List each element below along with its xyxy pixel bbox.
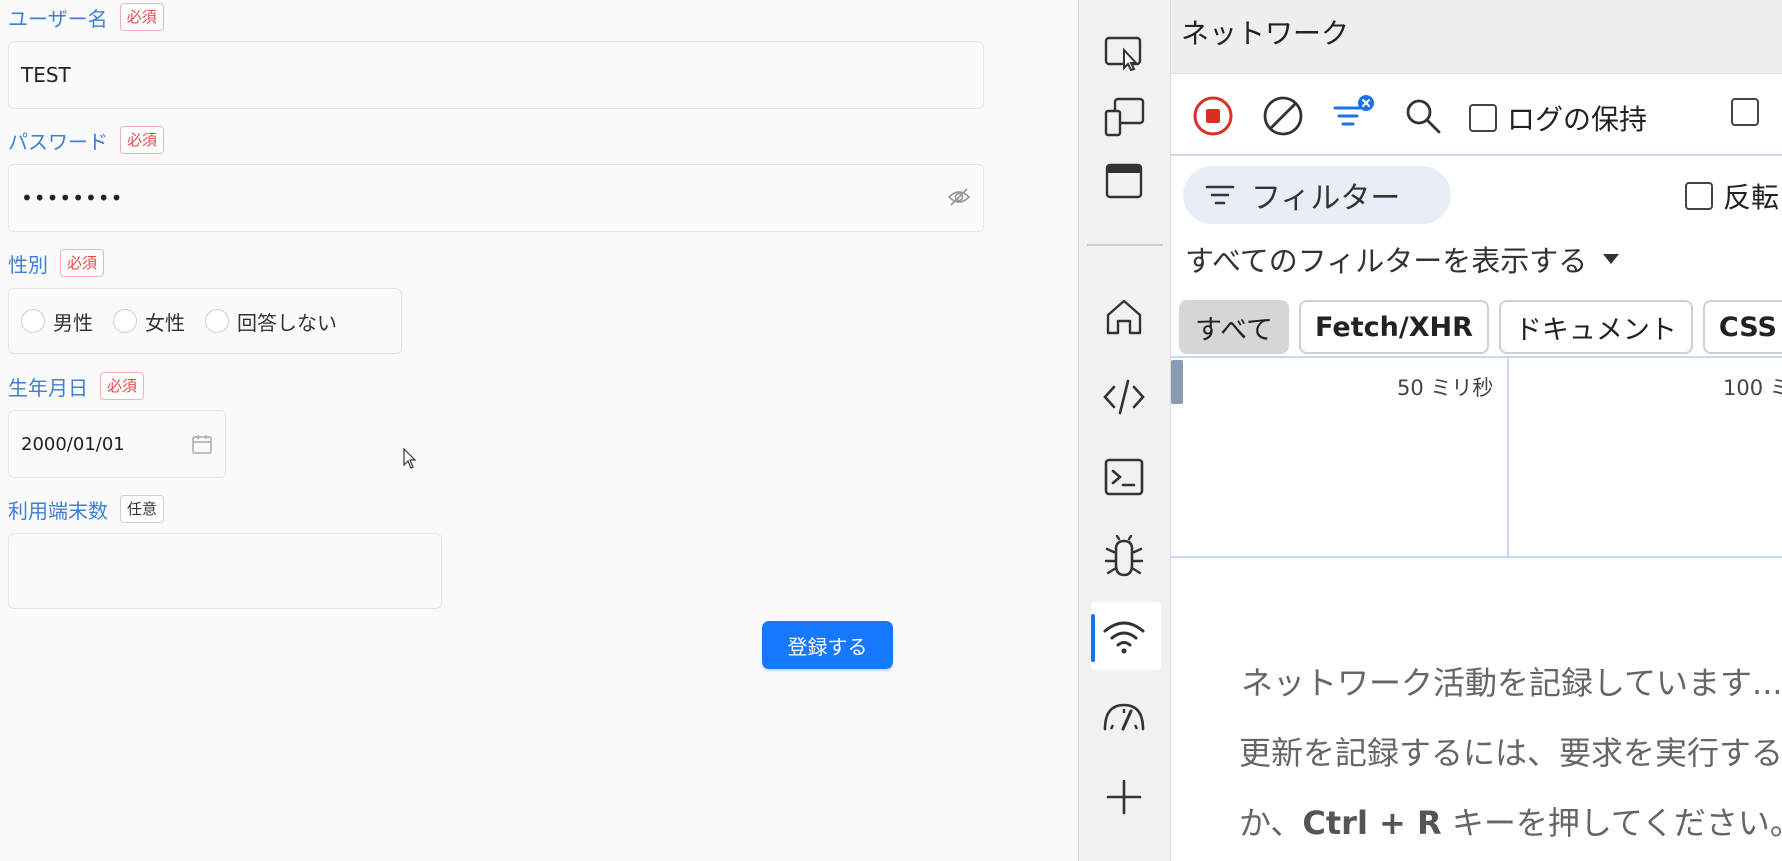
timeline-tick-label: 50 ミリ秒 (1397, 376, 1494, 400)
required-badge: 必須 (60, 249, 105, 277)
timeline-gridline (1507, 358, 1509, 556)
network-toolbar: ログの保持 (1171, 74, 1782, 156)
optional-badge: 任意 (120, 495, 165, 523)
disable-cache-checkbox[interactable] (1731, 98, 1759, 126)
triangle-down-icon (1603, 254, 1620, 264)
empty-message-prefix: か、 (1239, 804, 1303, 842)
activity-separator (1087, 244, 1163, 246)
record-stop-icon[interactable] (1191, 94, 1235, 138)
username-value: TEST (21, 63, 71, 87)
browser-window-icon[interactable] (1099, 156, 1149, 206)
disable-cache-option[interactable] (1731, 98, 1759, 126)
filter-active-icon[interactable] (1331, 94, 1375, 138)
network-panel: ネットワーク ログの保持 フィルター 反転 すべてのフィルターを表示する すべて… (1170, 0, 1782, 861)
birthdate-label-row: 生年月日 必須 (8, 369, 145, 403)
preserve-log-label: ログの保持 (1507, 103, 1648, 136)
radio-label: 回答しない (237, 310, 337, 335)
network-wifi-icon[interactable] (1099, 612, 1149, 662)
chip-css[interactable]: CSS (1702, 300, 1782, 354)
empty-message-line2: 更新を記録するには、要求を実行する (1239, 734, 1782, 772)
inspect-element-icon[interactable] (1099, 28, 1149, 78)
radio-female[interactable]: 女性 (113, 307, 185, 336)
devices-label-row: 利用端末数 任意 (8, 492, 165, 526)
show-all-filters-toggle[interactable]: すべてのフィルターを表示する (1185, 238, 1621, 280)
clear-icon[interactable] (1261, 94, 1305, 138)
radio-label: 男性 (53, 310, 93, 335)
panel-title-bar: ネットワーク (1171, 0, 1782, 74)
timeline-drag-handle[interactable] (1171, 360, 1183, 404)
home-icon[interactable] (1099, 292, 1149, 342)
radio-no-answer[interactable]: 回答しない (205, 307, 337, 336)
radio-circle[interactable] (205, 309, 229, 333)
birthdate-value: 2000/01/01 (21, 433, 125, 455)
active-tool-marker (1091, 614, 1095, 662)
preserve-log-checkbox[interactable] (1469, 104, 1497, 132)
gender-label-row: 性別 必須 (8, 246, 105, 280)
radio-circle[interactable] (21, 309, 45, 333)
timeline-tick-label: 100 ミリ秒 (1723, 376, 1782, 400)
filter-placeholder: フィルター (1251, 181, 1401, 216)
invert-option[interactable]: 反転 (1685, 176, 1779, 216)
panel-title: ネットワーク (1181, 17, 1350, 50)
required-badge: 必須 (119, 3, 164, 31)
birthdate-picker[interactable]: 2000/01/01 (8, 410, 226, 478)
search-icon[interactable] (1401, 94, 1445, 138)
eye-off-icon[interactable] (947, 187, 971, 207)
filter-input[interactable]: フィルター (1183, 166, 1451, 224)
required-badge: 必須 (100, 372, 145, 400)
password-label-row: パスワード 必須 (8, 123, 165, 157)
resource-type-filters: すべて Fetch/XHR ドキュメント CSS (1179, 300, 1782, 354)
devtools-activity-bar (1078, 0, 1170, 861)
radio-circle[interactable] (113, 309, 137, 333)
invert-checkbox[interactable] (1685, 182, 1713, 210)
devices-input[interactable] (8, 533, 442, 609)
network-empty-message: ネットワーク活動を記録しています... 更新を記録するには、要求を実行する か、… (1239, 648, 1782, 858)
chip-all[interactable]: すべて (1179, 300, 1290, 354)
empty-message-line3: か、Ctrl + R キーを押してください。 (1239, 788, 1782, 858)
add-tool-plus-icon[interactable] (1099, 772, 1149, 822)
show-all-filters-label: すべてのフィルターを表示する (1185, 244, 1588, 278)
device-emulation-icon[interactable] (1099, 92, 1149, 142)
invert-label: 反転 (1723, 181, 1780, 214)
required-badge: 必須 (120, 126, 165, 154)
performance-gauge-icon[interactable] (1099, 692, 1149, 742)
gender-radio-group: 男性 女性 回答しない (8, 288, 402, 354)
register-button[interactable]: 登録する (762, 621, 893, 669)
radio-label: 女性 (145, 310, 185, 335)
empty-message-suffix: キーを押してください。 (1441, 804, 1782, 842)
mouse-cursor-icon (403, 448, 417, 469)
username-input[interactable]: TEST (8, 41, 984, 109)
chip-fetch-xhr[interactable]: Fetch/XHR (1299, 300, 1489, 354)
preserve-log-option[interactable]: ログの保持 (1469, 98, 1647, 138)
console-icon[interactable] (1099, 452, 1149, 502)
radio-male[interactable]: 男性 (21, 307, 93, 336)
gender-label: 性別 (8, 252, 48, 277)
network-timeline-overview[interactable]: 50 ミリ秒 100 ミリ秒 (1171, 356, 1782, 558)
elements-code-icon[interactable] (1099, 372, 1149, 422)
calendar-icon[interactable] (191, 433, 213, 455)
sources-debugger-bug-icon[interactable] (1099, 532, 1149, 582)
birthdate-label: 生年月日 (8, 375, 88, 400)
filter-icon (1205, 185, 1235, 205)
chip-document[interactable]: ドキュメント (1498, 300, 1693, 354)
password-label: パスワード (8, 129, 108, 154)
password-value: •••••••• (21, 186, 124, 210)
devices-label: 利用端末数 (8, 498, 108, 523)
username-label: ユーザー名 (8, 6, 108, 31)
password-input[interactable]: •••••••• (8, 164, 984, 232)
empty-message-line1: ネットワーク活動を記録しています... (1241, 664, 1782, 702)
username-label-row: ユーザー名 必須 (8, 0, 164, 34)
shortcut-key: Ctrl + R (1302, 804, 1442, 842)
registration-form: ユーザー名 必須 TEST パスワード 必須 •••••••• 性別 必須 男性 (0, 0, 1078, 861)
